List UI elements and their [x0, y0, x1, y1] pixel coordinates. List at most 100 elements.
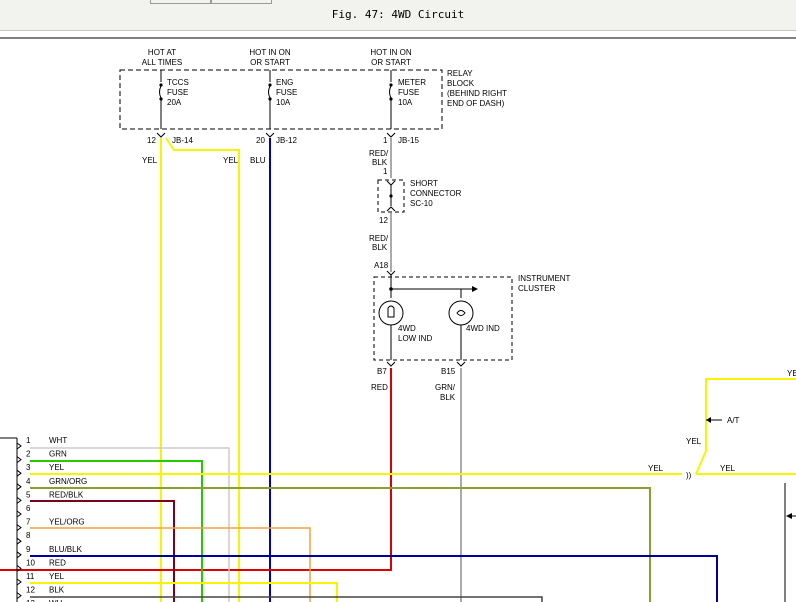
relay-block-label-3: (BEHIND RIGHT — [447, 89, 507, 98]
jb14-pin-mark — [156, 132, 166, 138]
b7-pin-mark — [386, 361, 396, 367]
connector-pin-wire-color: YEL/ORG — [49, 518, 85, 527]
pin-b15: B15 — [441, 367, 456, 376]
connector-pin-number: 1 — [26, 436, 31, 445]
tccs-caption-1: HOT AT — [148, 48, 176, 57]
connector-pin-terminal — [16, 510, 22, 518]
eng-fuse — [268, 70, 272, 129]
label-red-blk-mid-1: RED/ — [369, 234, 389, 243]
tab-edge — [150, 0, 212, 4]
lamp-ind-label: 4WD IND — [466, 324, 500, 333]
relay-block-label-2: BLOCK — [447, 79, 475, 88]
cluster-label-2: CLUSTER — [518, 284, 556, 293]
connector-pin-wire-color: RED — [49, 558, 66, 567]
label-red-blk-mid-2: BLK — [372, 243, 388, 252]
b15-pin-mark — [456, 361, 466, 367]
tccs-pin-jb: JB-14 — [172, 136, 193, 145]
label-yel-splice-left: YEL — [648, 464, 664, 473]
meter-fuse-label-3: 10A — [398, 98, 413, 107]
connector-pin-number: 5 — [26, 490, 31, 499]
connector-pin-number: 2 — [26, 450, 31, 459]
eng-pin-num: 20 — [256, 136, 265, 145]
sc-label-3: SC-10 — [410, 199, 433, 208]
short-connector-symbol — [386, 180, 396, 212]
meter-pin-num: 1 — [383, 136, 388, 145]
wiring-diagram: HOT AT ALL TIMES HOT IN ON OR START HOT … — [0, 37, 796, 602]
wire-yel-org — [30, 527, 311, 602]
connector-pin-wire-color: BLK — [49, 586, 65, 595]
label-grn-blk-2: BLK — [440, 393, 456, 402]
connector-pin-wire-color: WHT — [49, 436, 67, 445]
lamp-low-label-1: 4WD — [398, 324, 416, 333]
connector-pin-terminal — [16, 524, 22, 531]
eng-pin-jb: JB-12 — [276, 136, 297, 145]
cluster-pin-in: A18 — [374, 261, 389, 270]
eng-caption-2: OR START — [250, 58, 290, 67]
connector-pin-number: 10 — [26, 558, 35, 567]
connector-pin-terminal — [16, 592, 22, 599]
tccs-caption-2: ALL TIMES — [142, 58, 182, 67]
connector-pin-number: 9 — [26, 545, 31, 554]
wire-grn-org — [30, 487, 651, 602]
relay-block-label-1: RELAY — [447, 69, 473, 78]
eng-fuse-label-2: FUSE — [276, 88, 297, 97]
label-yel-at: YEL — [686, 437, 702, 446]
sc-pin-top: 1 — [383, 167, 388, 176]
connector-pin-number: 6 — [26, 504, 31, 513]
lamp-low-label-2: LOW IND — [398, 334, 432, 343]
meter-caption-1: HOT IN ON — [370, 48, 411, 57]
left-connector-frame — [0, 437, 18, 602]
sc-label-1: SHORT — [410, 179, 438, 188]
connector-pin-ticks — [16, 442, 22, 599]
connector-pin-terminal — [16, 456, 22, 463]
title-bar: Fig. 47: 4WD Circuit — [0, 0, 796, 31]
connector-pin-terminal — [16, 578, 22, 586]
label-yel-splice-right: YEL — [720, 464, 736, 473]
connector-pin-terminal — [16, 442, 22, 450]
meter-caption-2: OR START — [371, 58, 411, 67]
pin-b7: B7 — [377, 367, 387, 376]
connector-pin-number: 8 — [26, 531, 31, 540]
label-yel-right-edge: YE — [787, 369, 796, 378]
connector-pin-wire-color: BLU/BLK — [49, 545, 83, 554]
connector-pin-terminal — [16, 537, 22, 545]
at-label: A/T — [727, 416, 740, 425]
eng-caption-1: HOT IN ON — [249, 48, 290, 57]
connector-pin-wire-color: RED/BLK — [49, 490, 84, 499]
connector-pin-terminal — [16, 469, 22, 477]
connector-pin-terminal — [16, 483, 22, 491]
lamp-ind-symbol — [456, 310, 466, 316]
connector-pin-number: 4 — [26, 477, 31, 486]
splice-symbol: )) — [686, 471, 692, 480]
wire-yel-11 — [30, 582, 338, 602]
connector-pin-number: 3 — [26, 463, 31, 472]
connector-pin-terminal — [16, 551, 22, 559]
tccs-pin-num: 12 — [147, 136, 156, 145]
jb15-pin-mark — [386, 132, 396, 138]
tab-edge — [210, 0, 272, 4]
label-yel-left: YEL — [142, 156, 158, 165]
label-blu: BLU — [250, 156, 266, 165]
tccs-fuse-label-3: 20A — [167, 98, 182, 107]
sc-label-2: CONNECTOR — [410, 189, 462, 198]
eng-fuse-label-3: 10A — [276, 98, 291, 107]
connector-pin-number: 11 — [26, 572, 35, 581]
lamp-low-symbol — [387, 305, 395, 318]
relay-block-label-4: END OF DASH) — [447, 99, 505, 108]
connector-pin-wire-color: GRN/ORG — [49, 477, 87, 486]
tccs-fuse-label-2: FUSE — [167, 88, 188, 97]
label-red-blk-top-1: RED/ — [369, 149, 389, 158]
label-yel-right: YEL — [223, 156, 239, 165]
connector-pin-number: 7 — [26, 518, 31, 527]
right-arrow-head — [786, 513, 792, 519]
sc-pin-bottom: 12 — [379, 216, 388, 225]
eng-fuse-label-1: ENG — [276, 78, 293, 87]
jb12-pin-mark — [265, 132, 275, 138]
connector-pin-wire-color: YEL — [49, 572, 65, 581]
label-grn-blk-1: GRN/ — [435, 383, 456, 392]
connector-pin-number: 12 — [26, 586, 35, 595]
meter-fuse-label-2: FUSE — [398, 88, 419, 97]
wire-blu-blk — [30, 555, 718, 602]
meter-pin-jb: JB-15 — [398, 136, 419, 145]
wire-yel-at — [695, 378, 796, 475]
